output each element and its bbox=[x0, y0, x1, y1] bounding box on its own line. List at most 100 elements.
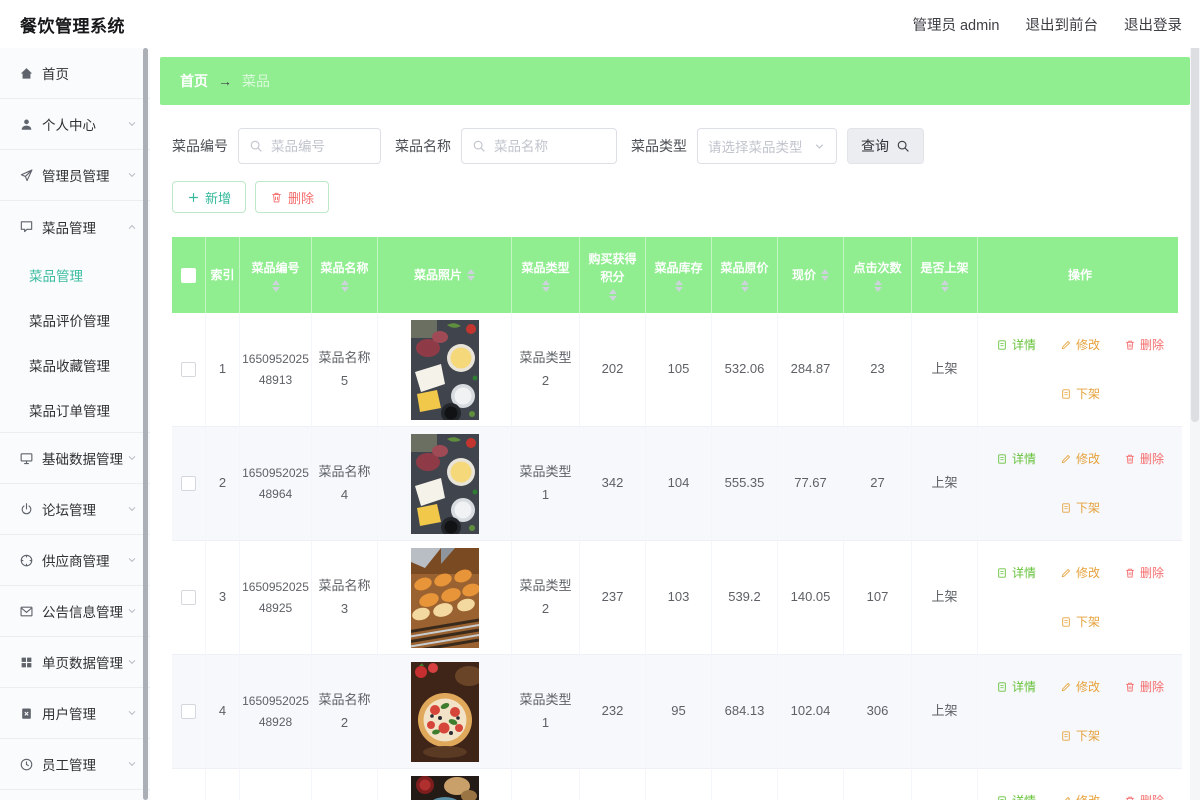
edit-link[interactable]: 修改 bbox=[1060, 563, 1100, 583]
detail-link[interactable]: 详情 bbox=[996, 677, 1036, 697]
off-shelf-link[interactable]: 下架 bbox=[1060, 726, 1100, 746]
sidebar-item-base-data[interactable]: 基础数据管理 bbox=[0, 433, 150, 484]
delete-link[interactable]: 删除 bbox=[1124, 791, 1164, 800]
delete-link[interactable]: 删除 bbox=[1124, 677, 1164, 697]
cell-price: 284.87 bbox=[778, 313, 844, 427]
breadcrumb-home[interactable]: 首页 bbox=[180, 71, 208, 91]
cell-stock bbox=[646, 769, 712, 800]
delete-link[interactable]: 删除 bbox=[1124, 335, 1164, 355]
exit-to-front-link[interactable]: 退出到前台 bbox=[1026, 14, 1099, 35]
sidebar-subitem-dish-list[interactable]: 菜品管理 bbox=[0, 252, 150, 297]
sort-caret-icon[interactable] bbox=[542, 280, 550, 292]
column-header[interactable]: 菜品类型 bbox=[512, 237, 580, 313]
sidebar-item-label: 用户管理 bbox=[42, 703, 96, 723]
add-button[interactable]: 新增 bbox=[172, 181, 246, 213]
dish-name-input[interactable] bbox=[492, 138, 606, 155]
column-header[interactable]: 购买获得积分 bbox=[580, 237, 646, 313]
cell-type: 菜品类型1 bbox=[512, 427, 580, 541]
sidebar-item-dish-management[interactable]: 菜品管理 bbox=[0, 201, 150, 252]
toolbar: 新增 删除 bbox=[172, 181, 1178, 213]
sort-caret-icon[interactable] bbox=[609, 289, 617, 301]
sidebar-item-forum[interactable]: 论坛管理 bbox=[0, 484, 150, 535]
column-header[interactable]: 是否上架 bbox=[912, 237, 978, 313]
sort-caret-icon[interactable] bbox=[821, 269, 829, 281]
detail-link[interactable]: 详情 bbox=[996, 791, 1036, 800]
cell-stock: 105 bbox=[646, 313, 712, 427]
row-checkbox[interactable] bbox=[181, 590, 196, 605]
off-shelf-link[interactable]: 下架 bbox=[1060, 498, 1100, 518]
column-header[interactable]: 现价 bbox=[778, 237, 844, 313]
row-checkbox[interactable] bbox=[181, 704, 196, 719]
dish-photo-grilled-skewers[interactable] bbox=[411, 548, 479, 648]
sidebar: 首页个人中心管理员管理菜品管理菜品管理菜品评价管理菜品收藏管理菜品订单管理基础数… bbox=[0, 48, 150, 800]
row-select-cell bbox=[172, 427, 206, 541]
column-header[interactable]: 菜品原价 bbox=[712, 237, 778, 313]
delete-link[interactable]: 删除 bbox=[1124, 563, 1164, 583]
dish-photo-cheese-platter[interactable] bbox=[411, 434, 479, 534]
sidebar-subitem-dish-favorite[interactable]: 菜品收藏管理 bbox=[0, 342, 150, 387]
row-checkbox[interactable] bbox=[181, 362, 196, 377]
cell-clicks: 23 bbox=[844, 313, 912, 427]
admin-user-label: 管理员 admin bbox=[912, 14, 999, 35]
detail-link[interactable]: 详情 bbox=[996, 563, 1036, 583]
dish-code-input[interactable] bbox=[269, 138, 370, 155]
column-header[interactable]: 点击次数 bbox=[844, 237, 912, 313]
column-header[interactable]: 菜品照片 bbox=[378, 237, 512, 313]
row-checkbox[interactable] bbox=[181, 476, 196, 491]
delete-link[interactable]: 删除 bbox=[1124, 449, 1164, 469]
edit-link[interactable]: 修改 bbox=[1060, 677, 1100, 697]
chevron-up-icon bbox=[126, 221, 138, 233]
sidebar-item-profile[interactable]: 个人中心 bbox=[0, 99, 150, 150]
sidebar-subitem-dish-order[interactable]: 菜品订单管理 bbox=[0, 387, 150, 432]
off-shelf-link[interactable]: 下架 bbox=[1060, 612, 1100, 632]
sidebar-item-single-page[interactable]: 单页数据管理 bbox=[0, 637, 150, 688]
dish-photo-cheese-platter[interactable] bbox=[411, 320, 479, 420]
sort-caret-icon[interactable] bbox=[675, 280, 683, 292]
page-scrollbar[interactable] bbox=[1190, 0, 1200, 800]
cell-stock: 95 bbox=[646, 655, 712, 769]
sidebar-subitem-dish-review[interactable]: 菜品评价管理 bbox=[0, 297, 150, 342]
cell-photo bbox=[378, 313, 512, 427]
row-select-cell bbox=[172, 541, 206, 655]
sort-caret-icon[interactable] bbox=[941, 280, 949, 292]
comment-icon bbox=[19, 219, 34, 234]
chevron-down-icon bbox=[126, 605, 138, 617]
sidebar-item-announcement[interactable]: 公告信息管理 bbox=[0, 586, 150, 637]
cell-points: 342 bbox=[580, 427, 646, 541]
dish-photo-pizza[interactable] bbox=[411, 662, 479, 762]
page-scrollbar-thumb[interactable] bbox=[1191, 42, 1199, 422]
table-row: 11650952025​48913菜品名称5菜品类型2202105532.062… bbox=[172, 313, 1178, 427]
search-button[interactable]: 查询 bbox=[847, 128, 924, 164]
search-icon bbox=[472, 139, 486, 153]
sidebar-item-supplier[interactable]: 供应商管理 bbox=[0, 535, 150, 586]
select-all-checkbox[interactable] bbox=[181, 268, 196, 283]
sidebar-item-label: 公告信息管理 bbox=[42, 601, 123, 621]
sidebar-item-user-management[interactable]: 用户管理 bbox=[0, 688, 150, 739]
sort-caret-icon[interactable] bbox=[467, 269, 475, 281]
column-header[interactable]: 菜品名称 bbox=[312, 237, 378, 313]
sort-caret-icon[interactable] bbox=[341, 280, 349, 292]
off-shelf-link[interactable]: 下架 bbox=[1060, 384, 1100, 404]
sort-caret-icon[interactable] bbox=[272, 280, 280, 292]
sidebar-item-home[interactable]: 首页 bbox=[0, 48, 150, 99]
edit-link[interactable]: 修改 bbox=[1060, 335, 1100, 355]
sort-caret-icon[interactable] bbox=[874, 280, 882, 292]
cell-name: 菜品名称3 bbox=[312, 541, 378, 655]
column-header[interactable]: 菜品库存 bbox=[646, 237, 712, 313]
delete-button[interactable]: 删除 bbox=[255, 181, 329, 213]
sort-caret-icon[interactable] bbox=[741, 280, 749, 292]
dish-type-select[interactable]: 请选择菜品类型 bbox=[697, 128, 837, 164]
chevron-down-icon bbox=[126, 503, 138, 515]
edit-link[interactable]: 修改 bbox=[1060, 449, 1100, 469]
cell-actions: 详情 修改 删除下架 bbox=[978, 313, 1182, 427]
detail-link[interactable]: 详情 bbox=[996, 335, 1036, 355]
detail-link[interactable]: 详情 bbox=[996, 449, 1036, 469]
sidebar-item-staff-management[interactable]: 员工管理 bbox=[0, 739, 150, 790]
sidebar-item-admin-management[interactable]: 管理员管理 bbox=[0, 150, 150, 201]
column-header[interactable]: 菜品编号 bbox=[240, 237, 312, 313]
edit-link[interactable]: 修改 bbox=[1060, 791, 1100, 800]
dish-photo-dark-dish[interactable] bbox=[411, 776, 479, 800]
sidebar-scrollbar[interactable] bbox=[143, 48, 148, 800]
logout-link[interactable]: 退出登录 bbox=[1124, 14, 1182, 35]
home-icon bbox=[19, 66, 34, 81]
